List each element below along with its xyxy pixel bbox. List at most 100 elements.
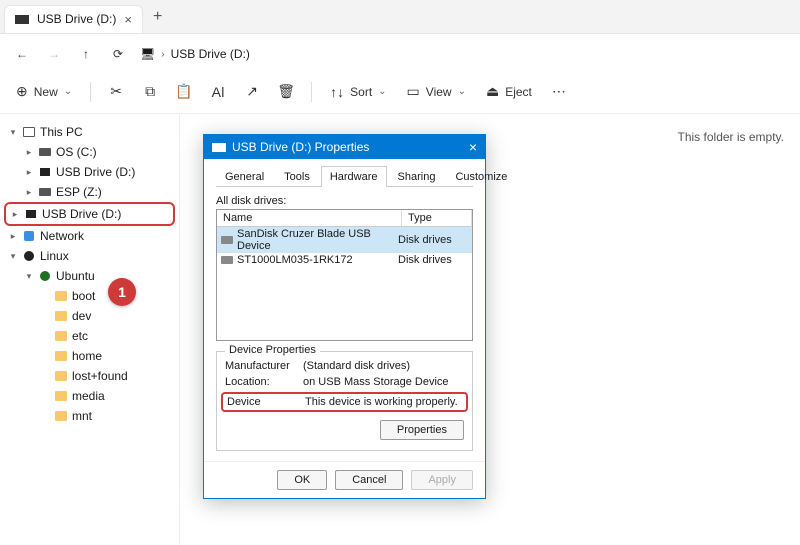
network-icon [22,229,36,243]
all-drives-label: All disk drives: [216,195,473,207]
breadcrumb[interactable]: 🖥 › USB Drive (D:) [140,47,250,61]
tree-label: etc [72,329,88,343]
folder-icon [54,349,68,363]
tree-item-esp-z[interactable]: ▸ESP (Z:) [4,182,175,202]
tree-label: USB Drive (D:) [56,165,135,179]
caret-right-icon: ▸ [8,231,18,242]
tree-item-os-c[interactable]: ▸OS (C:) [4,142,175,162]
col-name[interactable]: Name [217,210,402,226]
view-icon: ▭ [407,83,420,100]
drive-name: ST1000LM035-1RK172 [237,254,394,266]
window-tab[interactable]: USB Drive (D:) × [4,5,143,33]
tree-label: OS (C:) [56,145,97,159]
tree-item-usb-d-highlighted[interactable]: ▸USB Drive (D:) [4,202,175,226]
usb-drive-icon [24,207,38,221]
col-type[interactable]: Type [402,210,472,226]
close-tab-icon[interactable]: × [124,12,132,27]
rename-button[interactable]: Aǀ [203,80,233,104]
cancel-button[interactable]: Cancel [335,470,403,490]
more-icon: ⋯ [552,83,566,100]
tree-item-lostfound[interactable]: lost+found [4,366,175,386]
new-button[interactable]: ⊕ New ⌄ [8,79,80,104]
copy-icon: ⧉ [145,83,155,100]
tab-customize[interactable]: Customize [446,166,516,187]
tree-label: Network [40,229,84,243]
tree-item-boot[interactable]: boot [4,286,175,306]
caret-right-icon: ▸ [10,209,20,220]
usb-drive-icon [15,15,29,24]
dialog-title: USB Drive (D:) Properties [232,140,369,154]
sort-label: Sort [350,85,372,99]
drive-row[interactable]: ST1000LM035-1RK172 Disk drives [217,253,472,267]
dialog-tabs: General Tools Hardware Sharing Customize [216,165,473,187]
drive-icon [38,145,52,159]
drive-list[interactable]: Name Type SanDisk Cruzer Blade USB Devic… [216,209,473,341]
new-tab-button[interactable]: + [143,8,172,26]
sort-icon: ↑↓ [330,84,344,100]
tree-item-usb-d[interactable]: ▸USB Drive (D:) [4,162,175,182]
callout-badge-1: 1 [108,278,136,306]
paste-icon: 📋 [175,83,192,100]
location-key: Location: [225,376,295,388]
view-label: View [426,85,452,99]
tab-general[interactable]: General [216,166,273,187]
view-button[interactable]: ▭ View ⌄ [399,79,474,104]
trash-icon: 🗑 [277,83,295,100]
tab-sharing[interactable]: Sharing [389,166,445,187]
forward-button[interactable]: → [40,40,68,68]
share-button[interactable]: ↗ [237,79,267,104]
eject-label: Eject [505,85,532,99]
kv-location: Location: on USB Mass Storage Device [225,374,464,390]
tab-hardware[interactable]: Hardware [321,166,387,187]
caret-down-icon: ▾ [8,127,18,138]
tree-item-ubuntu[interactable]: ▾Ubuntu [4,266,175,286]
more-button[interactable]: ⋯ [544,79,574,104]
up-button[interactable]: ↑ [72,40,100,68]
eject-button[interactable]: ⏏ Eject [478,79,540,104]
tree-item-network[interactable]: ▸ Network [4,226,175,246]
tree-item-etc[interactable]: etc [4,326,175,346]
properties-dialog: USB Drive (D:) Properties × General Tool… [203,134,486,499]
tree-label: mnt [72,409,92,423]
drive-list-header[interactable]: Name Type [217,210,472,227]
refresh-button[interactable]: ⟳ [104,40,132,68]
drive-row-selected[interactable]: SanDisk Cruzer Blade USB Device Disk dri… [217,227,472,253]
usb-drive-icon [38,165,52,179]
folder-icon [54,409,68,423]
cut-button[interactable]: ✂ [101,79,131,104]
tree-item-mnt[interactable]: mnt [4,406,175,426]
rename-icon: Aǀ [212,84,225,100]
tree-label: This PC [40,125,83,139]
eject-icon: ⏏ [486,83,499,100]
sort-button[interactable]: ↑↓ Sort ⌄ [322,80,394,104]
device-key: Device [227,396,297,408]
tree-item-dev[interactable]: dev [4,306,175,326]
copy-button[interactable]: ⧉ [135,79,165,104]
tree-label: lost+found [72,369,128,383]
back-button[interactable]: ← [8,40,36,68]
folder-icon [54,369,68,383]
tab-tools[interactable]: Tools [275,166,319,187]
location-value: on USB Mass Storage Device [303,376,464,388]
tree-item-media[interactable]: media [4,386,175,406]
manufacturer-value: (Standard disk drives) [303,360,464,372]
folder-icon [54,389,68,403]
delete-button[interactable]: 🗑 [271,79,301,104]
ok-button[interactable]: OK [277,470,327,490]
caret-right-icon: ▸ [24,187,34,198]
tree-item-linux[interactable]: ▾Linux [4,246,175,266]
tree-label: home [72,349,102,363]
linux-icon [22,249,36,263]
chevron-down-icon: ⌄ [64,86,72,97]
properties-button[interactable]: Properties [380,420,464,440]
tree-label: dev [72,309,91,323]
dialog-titlebar[interactable]: USB Drive (D:) Properties × [204,135,485,159]
apply-button[interactable]: Apply [411,470,473,490]
folder-icon [54,289,68,303]
tree-item-home[interactable]: home [4,346,175,366]
close-icon[interactable]: × [469,139,477,155]
tree-label: Linux [40,249,69,263]
folder-icon [54,309,68,323]
paste-button[interactable]: 📋 [169,79,199,104]
tree-item-this-pc[interactable]: ▾ This PC [4,122,175,142]
